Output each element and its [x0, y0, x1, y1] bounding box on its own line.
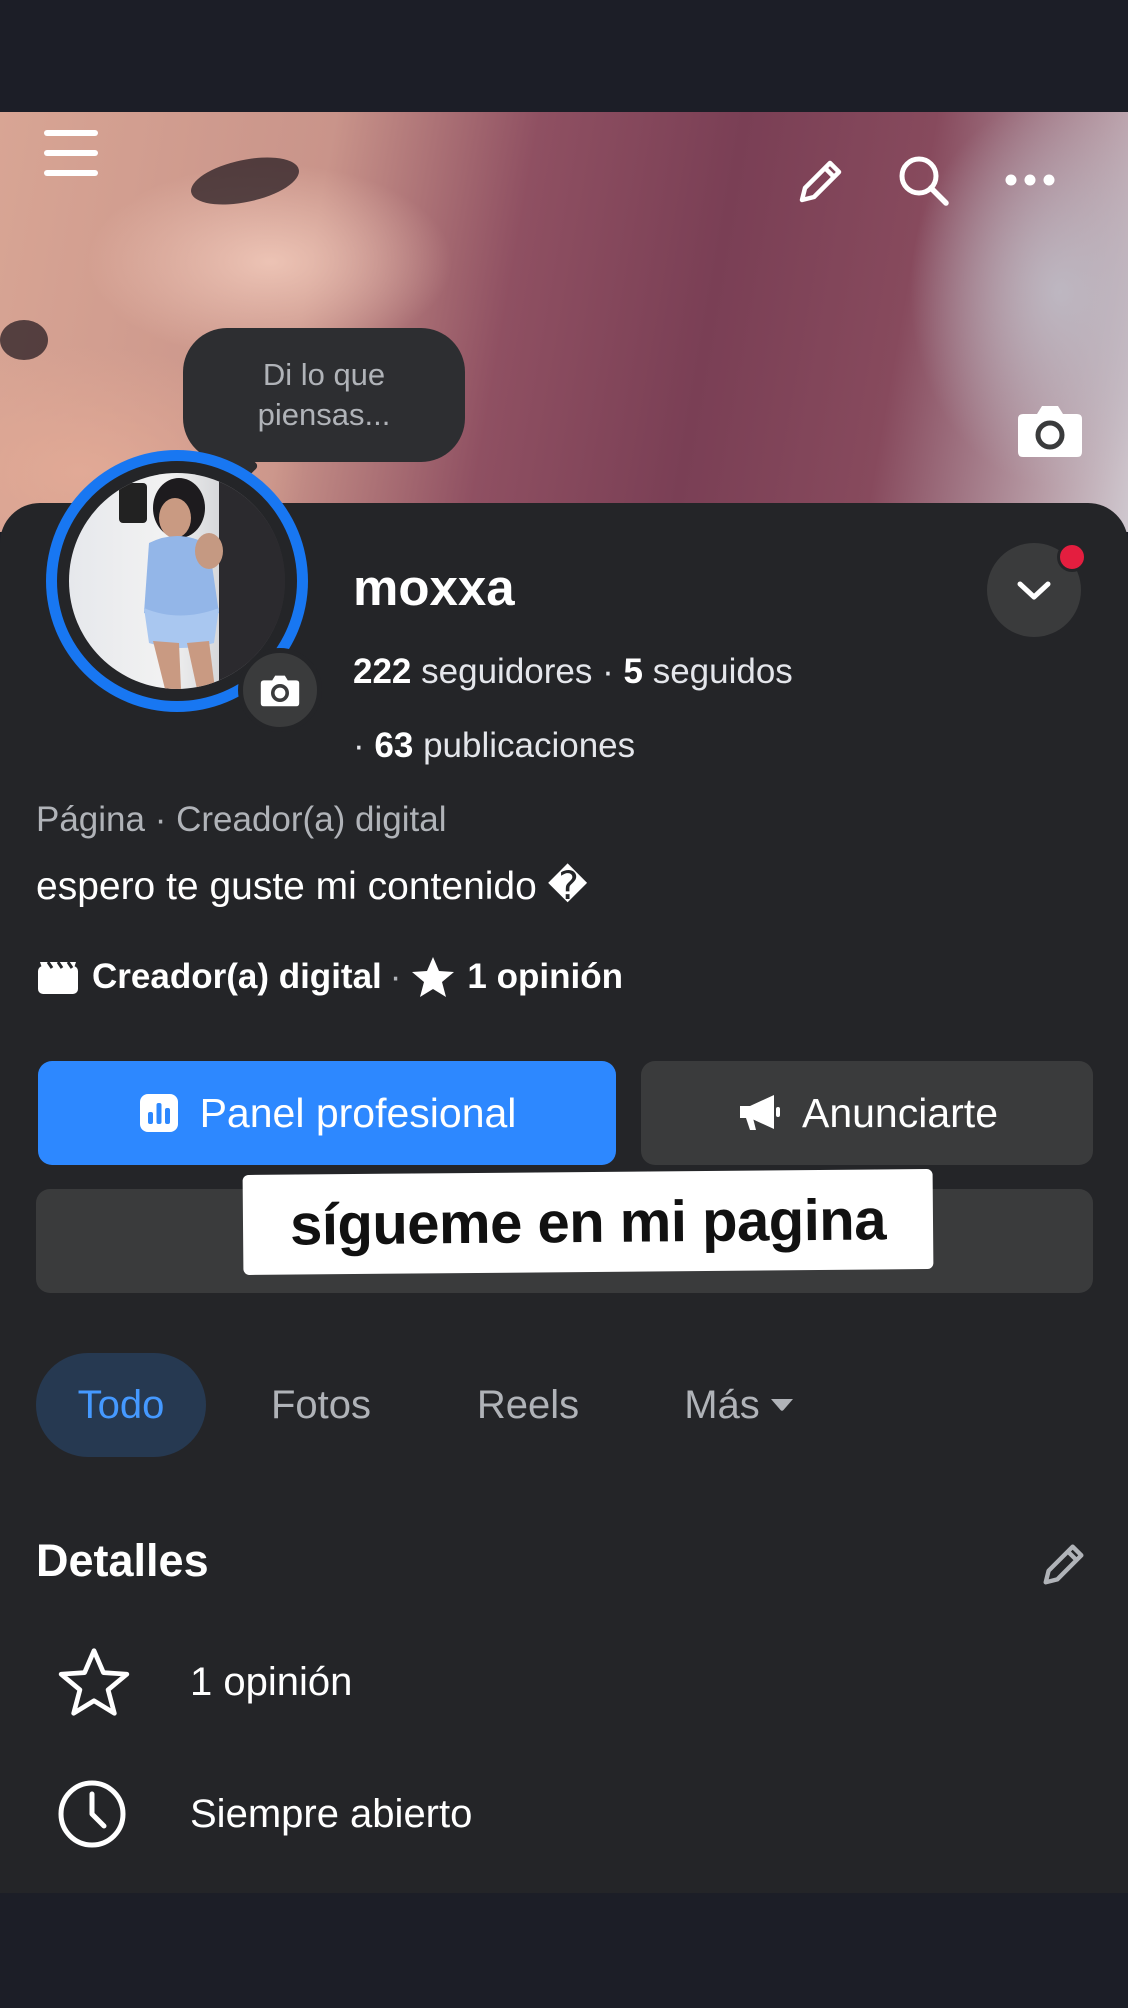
- follow-stats[interactable]: 222 seguidores · 5 seguidos: [353, 652, 793, 692]
- tab-mas-label: Más: [684, 1382, 760, 1427]
- advertise-label: Anunciarte: [801, 1089, 998, 1136]
- status-bubble-line: piensas...: [257, 397, 391, 432]
- page-category: Página · Creador(a) digital: [36, 800, 447, 839]
- tab-mas[interactable]: Más: [660, 1353, 820, 1457]
- edit-cover-button[interactable]: [790, 150, 852, 212]
- pencil-icon: [799, 160, 842, 203]
- menu-button[interactable]: [38, 120, 104, 186]
- hamburger-menu-icon: [44, 130, 98, 176]
- clapperboard-icon: [38, 961, 78, 994]
- detail-reviews-label: 1 opinión: [190, 1659, 353, 1704]
- details-title: Detalles: [36, 1535, 209, 1586]
- dashboard-chart-icon: [139, 1094, 178, 1132]
- following-label: seguidos: [652, 652, 793, 691]
- caret-down-icon: [770, 1399, 793, 1411]
- star-outline-icon: [58, 1648, 130, 1716]
- search-button[interactable]: [893, 150, 955, 212]
- cover-photo-detail: [0, 320, 48, 360]
- posts-label: publicaciones: [423, 726, 636, 765]
- detail-hours-label: Siempre abierto: [190, 1791, 473, 1836]
- pencil-icon: [1043, 1544, 1084, 1585]
- notification-dot: [1057, 542, 1087, 572]
- meta-reviews[interactable]: 1 opinión: [467, 957, 623, 997]
- followers-count: 222: [353, 652, 412, 691]
- profile-meta-row: Creador(a) digital · 1 opinión: [36, 952, 623, 1002]
- following-count: 5: [623, 652, 643, 691]
- more-dots-icon: [1005, 174, 1055, 186]
- posts-count: 63: [374, 726, 414, 765]
- tab-reels[interactable]: Reels: [448, 1353, 608, 1457]
- tab-todo[interactable]: Todo: [36, 1353, 206, 1457]
- chevron-down-icon: [1017, 581, 1051, 600]
- detail-row-hours[interactable]: Siempre abierto: [56, 1774, 756, 1854]
- profile-name: moxxa: [353, 559, 515, 616]
- camera-icon: [1018, 406, 1082, 457]
- status-bubble[interactable]: Di lo que piensas...: [183, 328, 465, 462]
- search-icon: [899, 156, 949, 206]
- status-bubble-line: Di lo que: [262, 357, 386, 392]
- posts-stats: · 63 publicaciones: [353, 726, 635, 766]
- professional-dashboard-button[interactable]: Panel profesional: [38, 1061, 616, 1165]
- star-icon: [412, 957, 455, 997]
- edit-cover-photo-button[interactable]: [1014, 398, 1086, 462]
- meta-category[interactable]: Creador(a) digital: [92, 957, 382, 997]
- separator-dot: ·: [602, 652, 624, 691]
- profile-bio: espero te guste mi contenido �: [36, 865, 588, 908]
- camera-icon: [260, 675, 300, 707]
- more-options-button[interactable]: [1000, 160, 1060, 200]
- tab-fotos[interactable]: Fotos: [240, 1353, 402, 1457]
- clock-icon: [58, 1780, 126, 1848]
- followers-label: seguidores: [421, 652, 593, 691]
- separator-dot: ·: [353, 726, 375, 765]
- edit-details-button[interactable]: [1034, 1534, 1094, 1594]
- change-avatar-button[interactable]: [238, 648, 322, 732]
- advertise-button[interactable]: Anunciarte: [641, 1061, 1093, 1165]
- separator-dot: ·: [389, 957, 402, 996]
- detail-row-reviews[interactable]: 1 opinión: [56, 1642, 756, 1722]
- professional-dashboard-label: Panel profesional: [199, 1089, 517, 1136]
- caption-overlay: sígueme en mi pagina: [242, 1168, 934, 1276]
- megaphone-icon: [739, 1095, 780, 1130]
